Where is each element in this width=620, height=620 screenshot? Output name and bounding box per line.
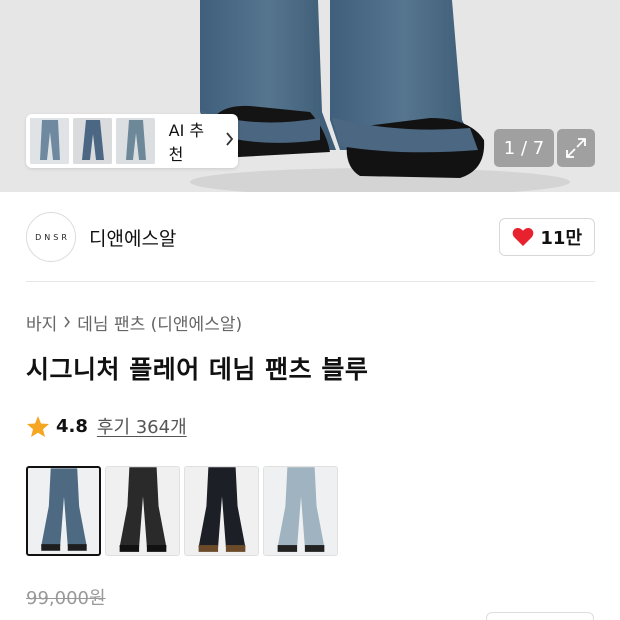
ai-recommend-strip[interactable]: AI 추천 (26, 114, 238, 168)
like-button[interactable]: 11만 (499, 218, 595, 256)
ai-recommend-button[interactable]: AI 추천 (169, 117, 234, 165)
ai-recommend-label: AI 추천 (168, 121, 205, 164)
brand-name[interactable]: 디앤에스알 (89, 224, 176, 251)
breadcrumb-category[interactable]: 바지 (26, 310, 57, 335)
chevron-right-icon (63, 314, 71, 332)
color-option-black[interactable] (184, 466, 259, 556)
image-pager: 1 / 7 (494, 129, 554, 167)
breadcrumb-subcategory[interactable]: 데님 팬츠 (디앤에스알) (77, 310, 242, 335)
brand-logo[interactable]: DNSR (26, 212, 76, 262)
ai-recommend-thumbnail[interactable] (72, 118, 112, 164)
chevron-right-icon (225, 131, 234, 151)
star-icon (27, 415, 49, 437)
original-price: 99,000원 (26, 588, 106, 609)
rating-row: 4.8 후기 364개 (26, 413, 187, 439)
product-title: 시그니처 플레어 데님 팬츠 블루 (26, 355, 369, 384)
breadcrumb: 바지 데님 팬츠 (디앤에스알) (26, 310, 242, 335)
product-hero-image[interactable]: AI 추천 1 / 7 (0, 0, 620, 192)
coupon-button[interactable] (486, 612, 594, 620)
color-option-light-blue[interactable] (263, 466, 338, 556)
expand-button[interactable] (557, 129, 595, 167)
rating-score: 4.8 (56, 415, 88, 437)
color-option-blue[interactable] (26, 466, 101, 556)
expand-icon (566, 138, 586, 158)
color-option-black-washed[interactable] (105, 466, 180, 556)
review-count-link[interactable]: 후기 364개 (97, 413, 187, 439)
ai-recommend-thumbnail[interactable] (30, 118, 69, 164)
heart-icon (513, 227, 534, 246)
color-options (26, 466, 338, 556)
brand-row[interactable]: DNSR 디앤에스알 11만 (26, 212, 595, 262)
divider (26, 281, 595, 282)
like-count: 11만 (540, 228, 582, 249)
ai-recommend-thumbnail[interactable] (115, 118, 155, 164)
